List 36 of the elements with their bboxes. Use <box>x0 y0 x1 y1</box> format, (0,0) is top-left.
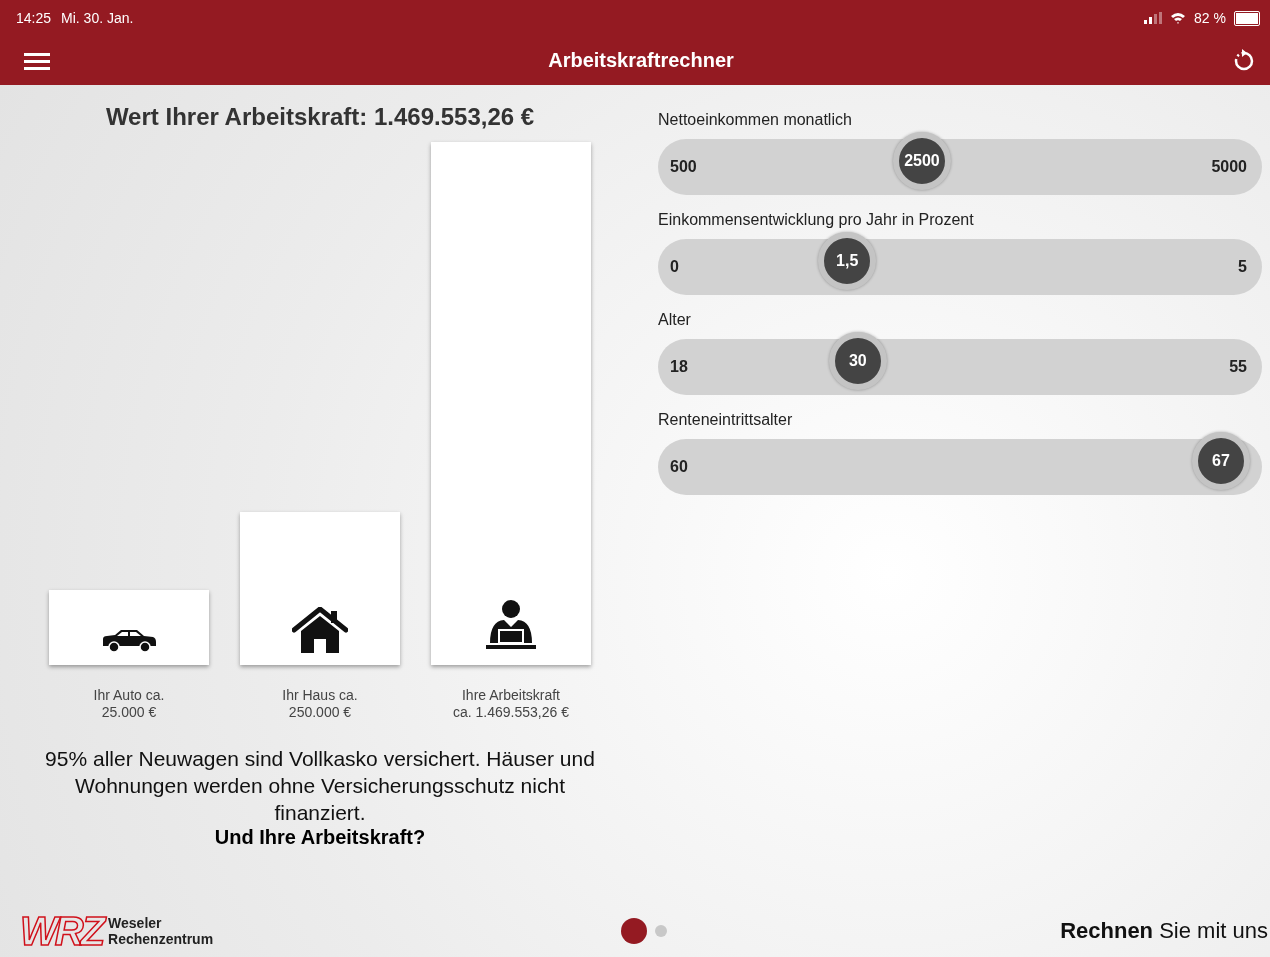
battery-icon <box>1234 10 1260 26</box>
slider-min: 0 <box>670 258 679 276</box>
slider-label: Renteneintrittsalter <box>658 411 793 429</box>
slider-min: 18 <box>670 358 688 376</box>
bar-label: Ihr Auto ca. 25.000 € <box>93 687 165 721</box>
slider-max: 5 <box>1238 258 1247 276</box>
house-icon <box>292 607 348 653</box>
tagline: Rechnen Sie mit uns <box>1059 918 1268 944</box>
page-dot[interactable] <box>655 925 667 937</box>
company-name: Weseler Rechenzentrum <box>108 915 214 947</box>
slider-max: 55 <box>1229 358 1247 376</box>
slider-max: 5000 <box>1211 158 1247 176</box>
bar-label: Ihre Arbeitskraft ca. 1.469.553,26 € <box>453 687 569 721</box>
page-dot[interactable] <box>621 918 647 944</box>
question-text: Und Ihre Arbeitskraft? <box>214 826 426 849</box>
slider-thumb[interactable]: 30 <box>828 332 887 390</box>
menu-icon[interactable] <box>24 50 50 71</box>
app-title: Arbeitskraftrechner <box>548 49 734 72</box>
slider-thumb[interactable]: 2500 <box>892 132 951 190</box>
result-heading: Wert Ihrer Arbeitskraft: 1.469.553,26 € <box>105 103 535 131</box>
reset-icon[interactable] <box>1232 48 1256 73</box>
info-text: 95% aller Neuwagen sind Vollkasko versichert. Häuser und Wohnungen werden ohne Versicherungsschutz nicht finanziert. <box>44 746 596 826</box>
wifi-icon <box>1170 12 1187 24</box>
bar-label: Ihr Haus ca. 250.000 € <box>282 687 358 721</box>
signal-icon <box>1144 12 1163 24</box>
slider-label: Einkommensentwicklung pro Jahr in Prozent <box>658 211 974 229</box>
slider-thumb[interactable]: 67 <box>1192 432 1250 490</box>
slider-min: 60 <box>670 458 688 476</box>
slider-label: Nettoeinkommen monatlich <box>658 111 852 129</box>
slider-min: 500 <box>670 158 697 176</box>
status-time: 14:25 <box>16 10 52 26</box>
slider-label: Alter <box>658 311 691 329</box>
car-icon <box>101 629 157 653</box>
status-date: Mi. 30. Jan. <box>61 10 134 26</box>
battery-percent: 82 % <box>1194 10 1226 26</box>
slider-thumb[interactable]: 1,5 <box>818 232 877 290</box>
